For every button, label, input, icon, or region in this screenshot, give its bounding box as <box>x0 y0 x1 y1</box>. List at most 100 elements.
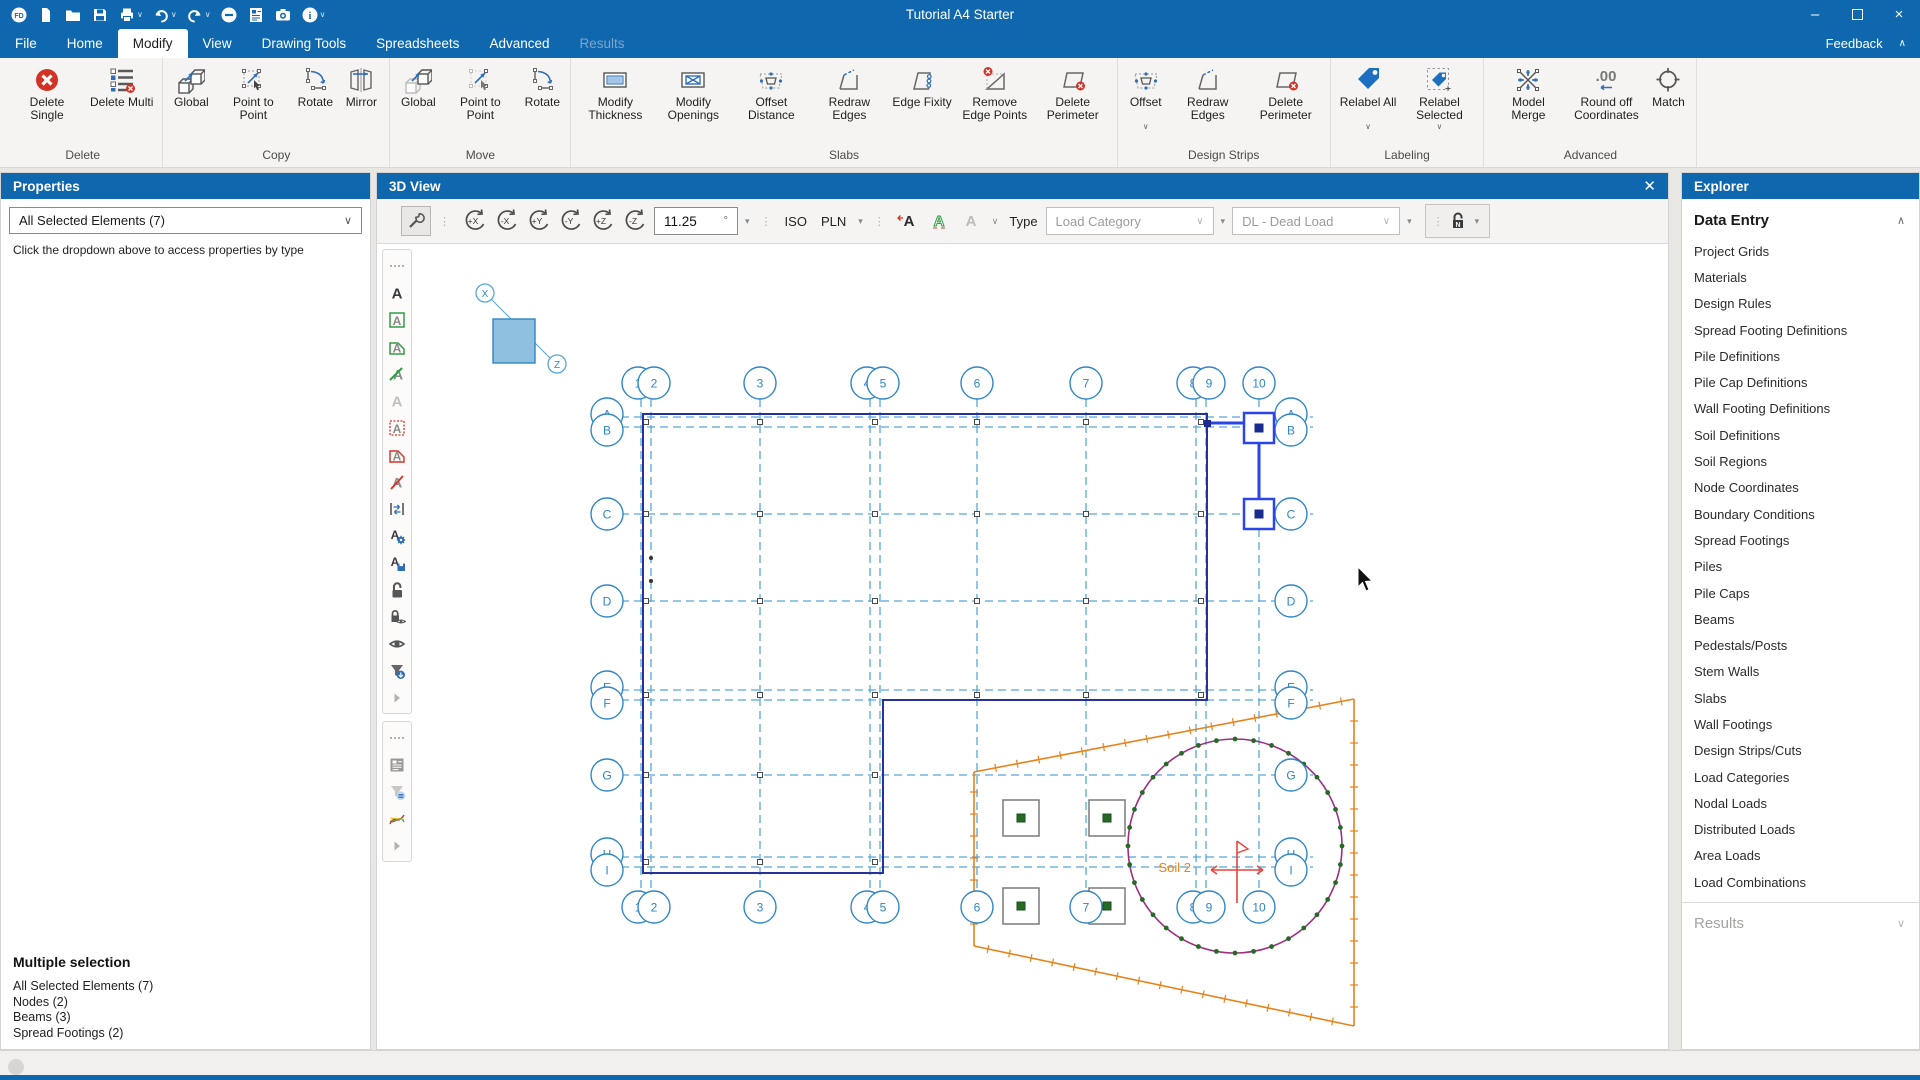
tab-spreadsheets[interactable]: Spreadsheets <box>361 29 474 58</box>
delete-perimeter-button[interactable]: Delete Perimeter <box>1247 61 1325 123</box>
info-icon[interactable]: i∨ <box>301 6 326 24</box>
data-entry-section-header[interactable]: Data Entry ∧ <box>1682 199 1919 238</box>
selection-item[interactable]: Spread Footings (2) <box>13 1026 348 1042</box>
label-align-button[interactable]: A <box>893 206 921 236</box>
minus-circle-icon[interactable] <box>220 6 238 24</box>
view-settings-button[interactable] <box>401 206 431 236</box>
tab-advanced[interactable]: Advanced <box>474 29 564 58</box>
explorer-item-load-categories[interactable]: Load Categories <box>1682 764 1919 790</box>
relabel-all-button[interactable]: Relabel All∨ <box>1336 61 1401 131</box>
tab-results[interactable]: Results <box>564 29 639 58</box>
a-icon[interactable]: A <box>384 279 410 306</box>
iso-view-button[interactable]: ISO <box>780 214 812 229</box>
explorer-item-stem-walls[interactable]: Stem Walls <box>1682 659 1919 685</box>
camera-icon[interactable] <box>274 6 292 24</box>
element-type-dropdown[interactable]: All Selected Elements (7) ∨ <box>9 207 362 234</box>
load-category-more-icon[interactable]: ▾ <box>1218 216 1229 227</box>
fd-logo-icon[interactable]: FD <box>10 6 28 24</box>
explorer-item-project-grids[interactable]: Project Grids <box>1682 238 1919 264</box>
relabel-selected-button[interactable]: Relabel Selected∨ <box>1400 61 1478 131</box>
load-case-dropdown[interactable]: DL - Dead Load ∨ <box>1232 207 1400 235</box>
redraw-edges-button[interactable]: Redraw Edges <box>810 61 888 123</box>
offset-distance-button[interactable]: Offset Distance <box>732 61 810 123</box>
modify-thickness-button[interactable]: Modify Thickness <box>576 61 654 123</box>
spacing-icon[interactable] <box>384 495 410 522</box>
delete-perimeter-button[interactable]: Delete Perimeter <box>1034 61 1112 123</box>
explorer-item-design-rules[interactable]: Design Rules <box>1682 291 1919 317</box>
report-icon[interactable] <box>384 751 410 778</box>
explorer-item-design-strips-cuts[interactable]: Design Strips/Cuts <box>1682 738 1919 764</box>
load-case-more-icon[interactable]: ▾ <box>1404 216 1415 227</box>
explorer-item-nodal-loads[interactable]: Nodal Loads <box>1682 790 1919 816</box>
rotate-z-button[interactable]: -Z <box>618 205 650 237</box>
remove-edge-points-button[interactable]: Remove Edge Points <box>956 61 1034 123</box>
tab-view[interactable]: View <box>188 29 247 58</box>
point-to-point-button[interactable]: Point to Point <box>214 61 292 123</box>
explorer-item-distributed-loads[interactable]: Distributed Loads <box>1682 817 1919 843</box>
explorer-item-wall-footings[interactable]: Wall Footings <box>1682 711 1919 737</box>
label-color-button[interactable]: A <box>925 206 953 236</box>
eye-icon[interactable] <box>384 630 410 657</box>
filter-list-icon[interactable] <box>384 778 410 805</box>
label-off-button[interactable]: A <box>957 206 985 236</box>
tab-drawing-tools[interactable]: Drawing Tools <box>247 29 362 58</box>
a-check-icon[interactable]: A <box>384 360 410 387</box>
rotate-z-button[interactable]: +Z <box>586 205 618 237</box>
rotate-x-button[interactable]: -X <box>490 205 522 237</box>
selection-item[interactable]: All Selected Elements (7) <box>13 979 348 995</box>
edge-fixity-button[interactable]: Edge Fixity <box>888 61 955 123</box>
angle-dropdown-icon[interactable]: ▾ <box>742 216 753 227</box>
explorer-item-node-coordinates[interactable]: Node Coordinates <box>1682 475 1919 501</box>
offset-button[interactable]: Offset∨ <box>1123 61 1169 131</box>
close-view-icon[interactable]: ✕ <box>1643 177 1656 195</box>
plan-view-button[interactable]: PLN <box>816 214 851 229</box>
collapse-ribbon-icon[interactable]: ∧ <box>1899 38 1906 49</box>
report-icon[interactable] <box>247 6 265 24</box>
undo-icon[interactable]: ∨ <box>152 6 177 24</box>
maximize-button[interactable] <box>1836 0 1878 29</box>
a-red-poly-icon[interactable]: A <box>384 441 410 468</box>
explorer-item-pile-definitions[interactable]: Pile Definitions <box>1682 343 1919 369</box>
selection-item[interactable]: Nodes (2) <box>13 995 348 1011</box>
explorer-item-wall-footing-definitions[interactable]: Wall Footing Definitions <box>1682 396 1919 422</box>
modify-openings-button[interactable]: Modify Openings <box>654 61 732 123</box>
rotate-button[interactable]: Rotate <box>519 61 565 123</box>
redraw-edges-button[interactable]: Redraw Edges <box>1169 61 1247 123</box>
results-section-header[interactable]: Results ∨ <box>1682 903 1919 932</box>
minimize-button[interactable]: – <box>1794 0 1836 29</box>
explorer-item-slabs[interactable]: Slabs <box>1682 685 1919 711</box>
explorer-item-materials[interactable]: Materials <box>1682 264 1919 290</box>
global-button[interactable]: Global <box>395 61 441 123</box>
point-to-point-button[interactable]: Point to Point <box>441 61 519 123</box>
explorer-item-beams[interactable]: Beams <box>1682 606 1919 632</box>
explorer-item-soil-regions[interactable]: Soil Regions <box>1682 448 1919 474</box>
load-category-dropdown[interactable]: Load Category ∨ <box>1046 207 1214 235</box>
rotate-button[interactable]: Rotate <box>292 61 338 123</box>
rotate-x-button[interactable]: +X <box>458 205 490 237</box>
arrow-r-icon[interactable] <box>384 832 410 859</box>
a-slash-icon[interactable]: A <box>384 468 410 495</box>
explorer-item-spread-footing-definitions[interactable]: Spread Footing Definitions <box>1682 317 1919 343</box>
explorer-item-boundary-conditions[interactable]: Boundary Conditions <box>1682 501 1919 527</box>
print-icon[interactable]: ∨ <box>118 6 143 24</box>
delete-multi-button[interactable]: Delete Multi <box>86 61 157 123</box>
label-dropdown-icon[interactable]: ∨ <box>989 216 1002 227</box>
mirror-button[interactable]: Mirror <box>338 61 384 123</box>
tab-modify[interactable]: Modify <box>118 29 188 58</box>
filter-down-icon[interactable] <box>384 657 410 684</box>
explorer-item-soil-definitions[interactable]: Soil Definitions <box>1682 422 1919 448</box>
lock-eye-icon[interactable] <box>384 603 410 630</box>
model-merge-button[interactable]: Model Merge <box>1489 61 1567 123</box>
a-gray-icon[interactable]: A <box>384 387 410 414</box>
match-button[interactable]: Match <box>1645 61 1691 123</box>
explorer-item-pedestals-posts[interactable]: Pedestals/Posts <box>1682 632 1919 658</box>
feedback-link[interactable]: Feedback <box>1826 36 1883 51</box>
explorer-item-load-combinations[interactable]: Load Combinations <box>1682 869 1919 895</box>
explorer-item-area-loads[interactable]: Area Loads <box>1682 843 1919 869</box>
delete-single-button[interactable]: Delete Single <box>8 61 86 123</box>
tab-file[interactable]: File <box>0 29 52 58</box>
save-icon[interactable] <box>91 6 109 24</box>
a-red-box-icon[interactable]: A <box>384 414 410 441</box>
drawing-canvas[interactable]: Soil 21212334545667789891010ABABCCDDEFEF… <box>377 244 1668 1049</box>
round-off-coordinates-button[interactable]: .00Round off Coordinates <box>1567 61 1645 123</box>
